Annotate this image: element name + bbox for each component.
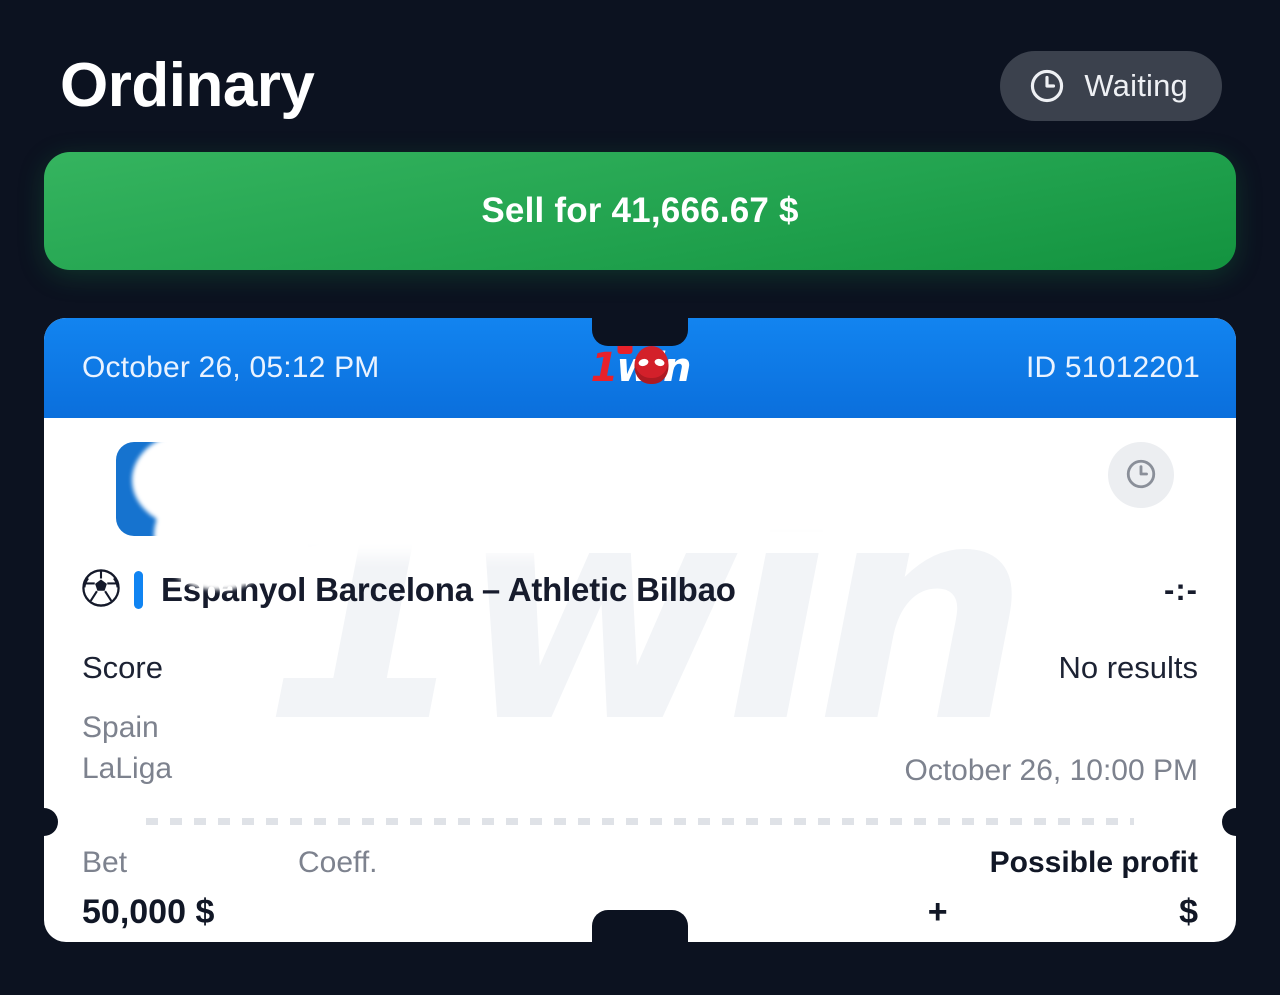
bet-column: Bet 50,000 $ [82,846,298,933]
bet-value: 50,000 $ [82,892,215,931]
bet-ticket-card: October 26, 05:12 PM 1win ID 51012201 1w… [44,318,1236,942]
redacted-bet-row [80,418,1200,590]
ticket-bet-id: ID 51012201 [1025,351,1200,384]
score-row: Score No results [80,650,1200,686]
bet-label: Bet [82,846,128,879]
match-name: Espanyol Barcelona – Athletic Bilbao [161,571,736,608]
brand-mascot-icon [634,346,669,384]
score-value: No results [1058,650,1198,685]
match-score-display: -:- [1164,572,1198,607]
soccer-ball-icon [82,568,120,612]
score-label: Score [82,650,163,685]
perforation-dashed-line [146,818,1134,825]
perforation-notch-left [44,808,58,836]
possible-profit-column: Possible profit $ [990,846,1198,933]
ticket-perforation [44,808,1236,836]
ticket-bottom-handle [592,910,688,942]
league-name: LaLiga [82,752,173,785]
sell-button[interactable]: Sell for 41,666.67 $ [44,152,1236,270]
ticket-body: 1win Espanyol Barcelona – Athletic Bilba… [44,418,1236,942]
league-row: Spain LaLiga October 26, 10:00 PM [80,708,1200,788]
clock-icon [1028,67,1066,105]
pending-status-button[interactable] [1108,442,1174,508]
onewin-logo: 1win [590,341,691,391]
possible-profit-label: Possible profit [989,846,1198,879]
brand-prefix: 1 [590,345,619,391]
perforation-notch-right [1222,808,1236,836]
ticket-top-handle [592,318,688,346]
coefficient-label: Coeff. [298,846,378,879]
match-start-time: October 26, 10:00 PM [904,754,1199,787]
ticket-placed-date: October 26, 05:12 PM [82,351,380,384]
live-indicator-bar [134,571,143,609]
possible-profit-value: $ [1179,892,1198,931]
page-title: Ordinary [60,51,315,120]
clock-icon [1124,457,1158,494]
page-header: Ordinary Waiting [60,38,1222,134]
status-badge[interactable]: Waiting [1000,51,1222,121]
status-badge-label: Waiting [1084,68,1188,103]
redaction-blob [480,438,900,538]
league-country: Spain [82,711,159,744]
